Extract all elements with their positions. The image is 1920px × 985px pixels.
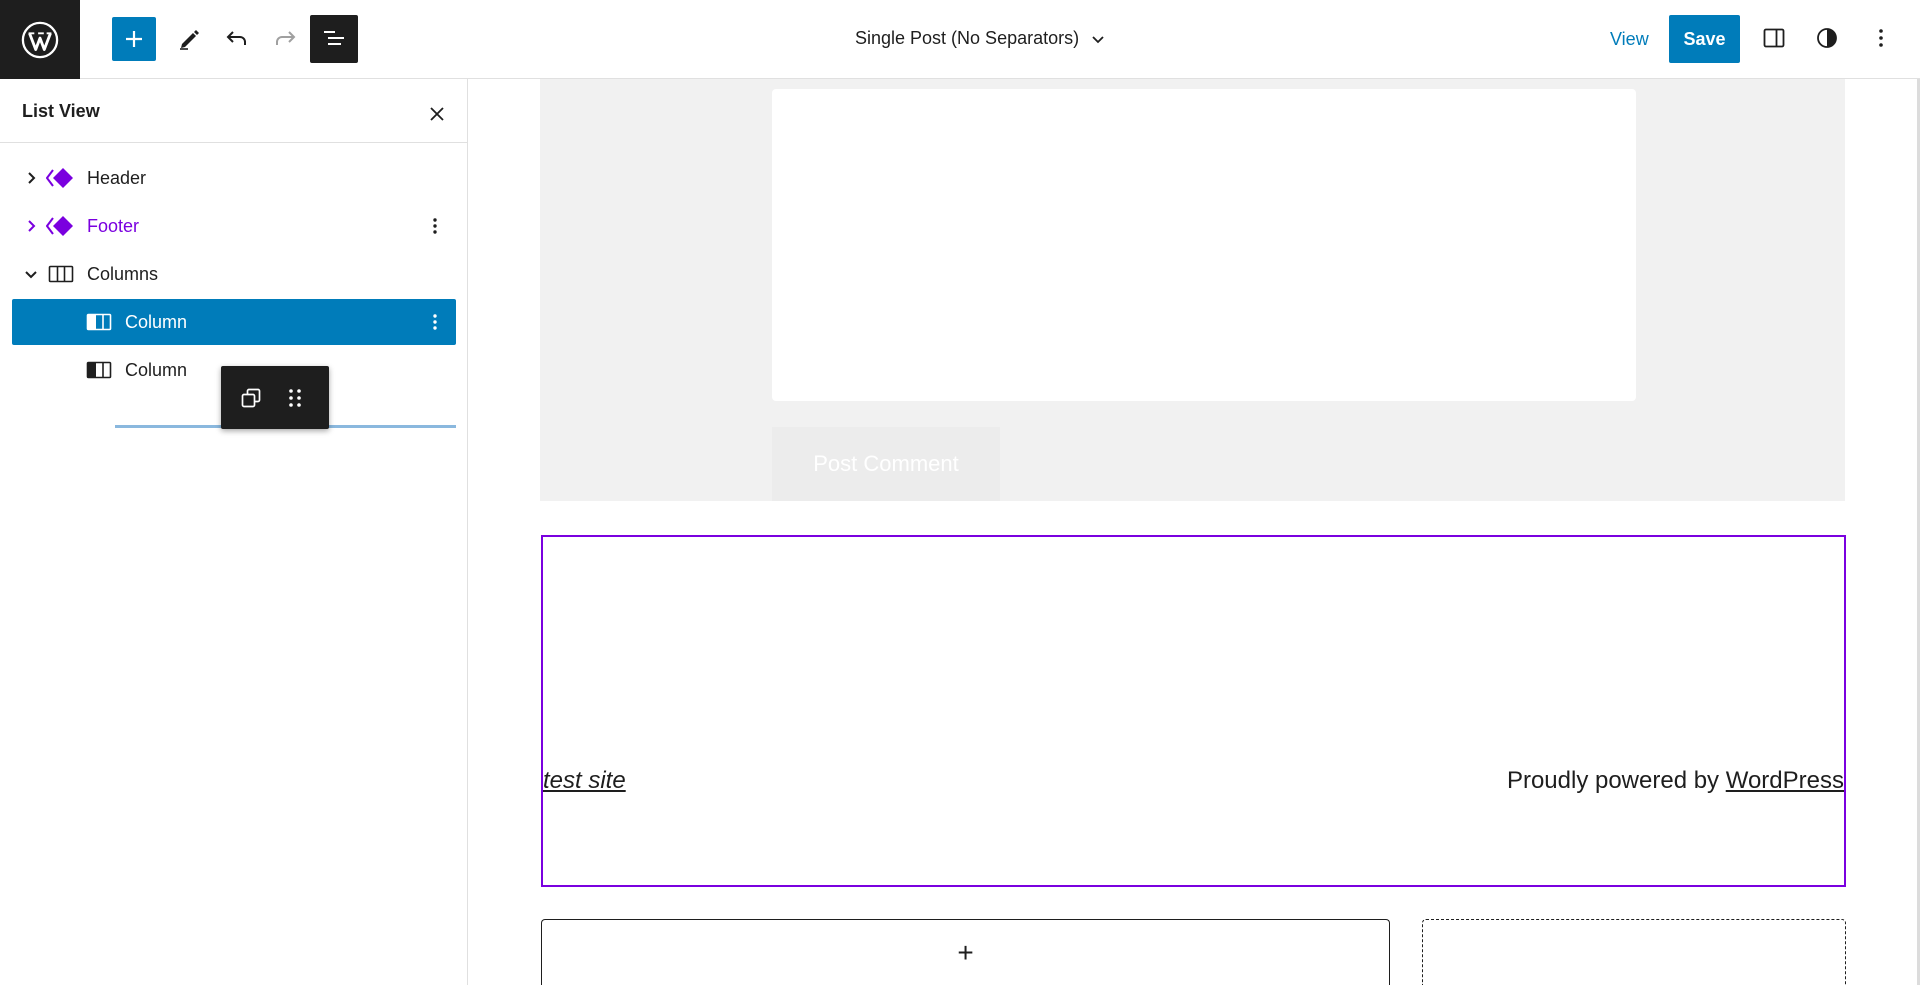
footer-template-part[interactable]: test site Proudly powered by WordPress	[541, 535, 1846, 887]
column-block-appender[interactable]: +	[541, 919, 1390, 985]
list-view-icon	[324, 31, 344, 45]
document-title: Single Post (No Separators)	[855, 28, 1080, 48]
document-title-dropdown[interactable]: Single Post (No Separators)	[855, 28, 1107, 49]
vertical-ellipsis-icon	[1879, 29, 1883, 47]
column-placeholder[interactable]	[1422, 919, 1846, 985]
list-item-header[interactable]: Header	[12, 155, 456, 201]
block-inserter-button[interactable]	[112, 17, 156, 61]
columns-icon	[46, 259, 76, 289]
list-item-label: Column	[125, 360, 188, 380]
list-item-column-selected[interactable]: Column	[12, 299, 456, 345]
drag-handle-icon	[289, 388, 301, 407]
editor-header: Single Post (No Separators) View Save	[0, 0, 1920, 79]
list-item-label: Columns	[87, 264, 159, 284]
undo-button[interactable]	[214, 15, 260, 61]
list-item-label: Footer	[87, 216, 140, 236]
list-view-toggle[interactable]	[310, 15, 358, 63]
block-toolbar	[221, 366, 329, 429]
list-view-header: List View	[0, 79, 467, 143]
save-button[interactable]: Save	[1669, 15, 1740, 63]
wordpress-link[interactable]: WordPress	[1726, 767, 1844, 794]
list-item-label: Header	[87, 168, 147, 188]
settings-toggle-button[interactable]	[1751, 15, 1797, 61]
vertical-ellipsis-icon	[433, 218, 437, 234]
list-view-panel: List View Header Footer Columns Column C…	[0, 79, 468, 985]
half-circle-contrast-icon	[1817, 28, 1837, 48]
footer-credit-text: Proudly powered by	[1506, 767, 1726, 794]
comment-textarea[interactable]	[772, 89, 1636, 401]
comment-form-block[interactable]: Post Comment	[540, 79, 1845, 501]
template-part-icon	[46, 211, 76, 241]
close-list-view-button[interactable]	[422, 99, 452, 129]
drag-handle-button[interactable]	[273, 376, 317, 420]
column-icon	[84, 355, 114, 385]
redo-button[interactable]	[262, 15, 308, 61]
redo-icon	[276, 31, 296, 45]
styles-button[interactable]	[1804, 15, 1850, 61]
post-comment-button[interactable]: Post Comment	[772, 427, 1000, 501]
add-block-plus: +	[957, 936, 974, 968]
list-item-columns[interactable]: Columns	[12, 251, 456, 297]
wordpress-logo-button[interactable]	[0, 0, 80, 79]
footer-site-title[interactable]: test site	[543, 767, 626, 795]
block-options-button[interactable]	[422, 213, 448, 239]
column-icon	[84, 307, 114, 337]
expand-chevron-icon[interactable]	[22, 169, 40, 187]
block-options-button[interactable]	[422, 309, 448, 335]
plus-icon	[126, 31, 142, 47]
footer-credit: Proudly powered by WordPress	[1507, 767, 1844, 795]
close-icon	[430, 107, 444, 121]
view-button[interactable]: View	[1610, 29, 1649, 50]
list-view-title: List View	[22, 101, 100, 121]
list-item-footer[interactable]: Footer	[12, 203, 456, 249]
options-button[interactable]	[1858, 15, 1904, 61]
template-part-icon	[46, 163, 76, 193]
wordpress-logo-icon	[21, 21, 59, 58]
list-item-label: Column	[125, 312, 188, 332]
duplicate-button[interactable]	[229, 376, 273, 420]
duplicate-icon	[241, 388, 261, 407]
vertical-ellipsis-icon	[433, 314, 437, 330]
collapse-chevron-icon[interactable]	[22, 265, 40, 283]
sidebar-toggle-icon	[1763, 28, 1785, 48]
expand-chevron-icon[interactable]	[22, 217, 40, 235]
undo-icon	[226, 31, 246, 45]
tools-button[interactable]	[166, 15, 212, 61]
pencil-icon	[180, 30, 199, 50]
editor-canvas: Post Comment test site Proudly powered b…	[468, 79, 1920, 985]
chevron-down-icon	[1092, 35, 1104, 43]
